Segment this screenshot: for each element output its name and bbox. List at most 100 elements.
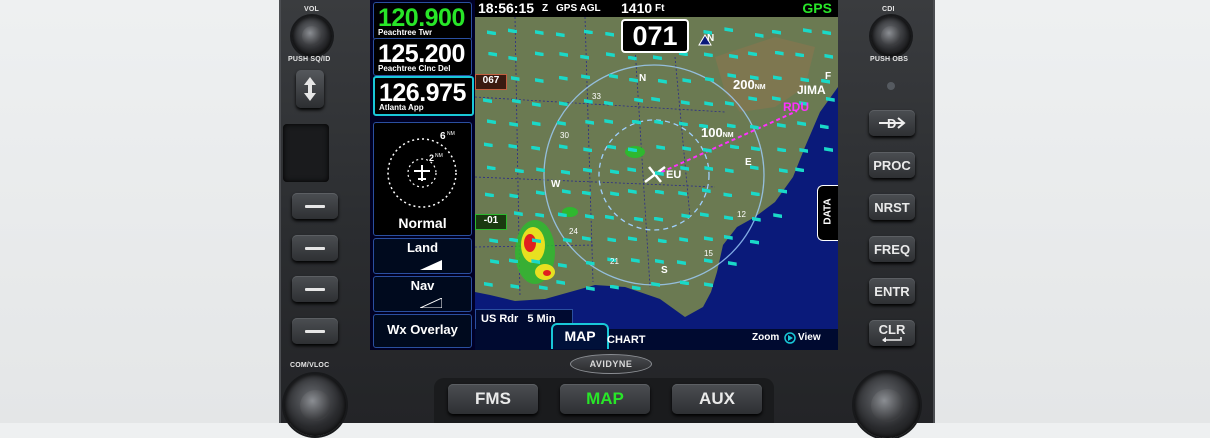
entr-button[interactable]: ENTR [869,278,915,304]
wind-barb-icon [654,258,664,264]
wind-barb-icon [581,190,591,196]
altitude-unit: Ft [655,3,665,14]
wind-barb-icon [509,237,519,243]
wind-barb-icon [538,285,548,291]
vol-knob-label: VOL [304,6,319,13]
data-tab[interactable]: DATA [817,185,838,241]
wind-barb-icon [535,212,545,218]
left-line-key-1[interactable] [292,193,338,219]
tab-chart[interactable]: CHART [607,334,646,346]
wind-barb-icon [751,216,761,222]
direct-to-icon: D [879,116,906,131]
wind-barb-icon [704,282,714,288]
range-inner-label: 2 [429,153,434,163]
range-outer-label: 6 [440,131,446,142]
wind-barb-icon [797,121,807,127]
wind-barb-icon [627,188,637,194]
wind-barb-icon [773,213,783,219]
knob-rotate-icon [784,332,796,344]
nrst-button[interactable]: NRST [869,194,915,220]
right-dual-knob[interactable] [854,372,920,438]
wx-overlay-softkey[interactable]: Wx Overlay [373,314,472,348]
wind-barb-icon [657,78,667,84]
wind-barb-icon [558,75,568,81]
wind-barb-icon [703,236,713,242]
wind-barb-icon [508,258,518,264]
wind-barb-icon [630,257,640,263]
page-toggle-button[interactable] [296,70,324,108]
cdi-knob[interactable] [871,16,911,56]
tab-map[interactable]: MAP [551,323,609,349]
dash-icon [305,246,325,250]
fms-button[interactable]: FMS [448,384,538,414]
land-softkey[interactable]: Land [373,238,472,274]
com-active-box[interactable]: 120.900 Peachtree Twr [373,2,472,40]
up-down-arrow-icon [304,77,316,101]
tab-map-label: MAP [564,328,596,344]
vol-knob[interactable] [292,16,332,56]
light-sensor [887,82,895,90]
wind-barb-icon [556,280,566,286]
nav-softkey[interactable]: Nav [373,276,472,312]
wind-barb-icon [795,52,805,58]
heading-readout: 071 [621,19,689,53]
time-zone: Z [542,3,549,14]
com-vloc-knob[interactable] [284,374,346,436]
wind-barb-icon [750,146,760,152]
page-tab-bar: MAP CHART Zoom View [475,323,838,350]
wind-barb-icon [679,237,689,243]
wind-barb-icon [704,101,714,107]
wind-barb-icon [531,259,541,265]
left-line-key-3[interactable] [292,276,338,302]
wind-barb-icon [610,169,620,175]
wind-barb-icon [580,54,590,60]
push-sqid-label: PUSH SQ/ID [288,56,331,63]
wind-barb-icon [795,167,805,173]
nav-freq-box[interactable]: 126.975 Atlanta App [373,76,474,116]
wind-barb-icon [508,143,518,149]
wind-barb-icon [585,260,595,266]
wind-barb-icon [531,145,541,151]
wind-barb-icon [559,51,569,57]
com-standby-name: Peachtree Clnc Del [378,64,451,73]
clr-button[interactable]: CLR [869,320,915,346]
proc-button[interactable]: PROC [869,152,915,178]
range-200-label: 200NM [733,77,766,92]
waypoint-jima: JIMA [797,83,826,97]
wind-barb-icon [508,55,518,61]
wind-barb-icon [678,191,688,197]
freq-button[interactable]: FREQ [869,236,915,262]
map-button[interactable]: MAP [560,384,650,414]
svg-text:NM: NM [447,131,455,137]
wind-barb-icon [483,142,493,148]
wind-barb-icon [558,144,568,150]
wind-barb-icon [651,96,661,102]
aux-button[interactable]: AUX [672,384,762,414]
tick-24: 24 [569,227,578,236]
wind-barb-icon [583,29,593,35]
wind-barb-icon [654,216,664,222]
moving-map[interactable]: 071 N 067 -01 200NM 100NM RDU JIMA EU W … [475,17,838,329]
wind-barb-icon [534,78,544,84]
dash-icon [305,329,325,333]
radar-source: US Rdr [481,313,519,325]
left-line-key-4[interactable] [292,318,338,344]
wind-barb-icon [511,98,521,104]
left-line-key-2[interactable] [292,235,338,261]
wind-barb-icon [486,30,496,36]
compass-f: F [825,71,832,82]
wind-barb-icon [627,236,637,242]
wind-barb-icon [557,262,567,268]
compass-w: W [551,179,561,190]
wind-barb-icon [486,165,496,171]
tick-21: 21 [610,257,619,266]
wind-barb-icon [483,98,493,104]
wind-barb-icon [555,32,565,38]
wind-barb-icon [585,119,595,125]
com-standby-box[interactable]: 125.200 Peachtree Clnc Del [373,38,472,76]
dash-icon [305,204,325,208]
wind-barb-icon [776,122,786,128]
wind-barb-icon [605,31,615,37]
direct-to-button[interactable]: D [869,110,915,136]
wind-barb-icon [607,237,617,243]
